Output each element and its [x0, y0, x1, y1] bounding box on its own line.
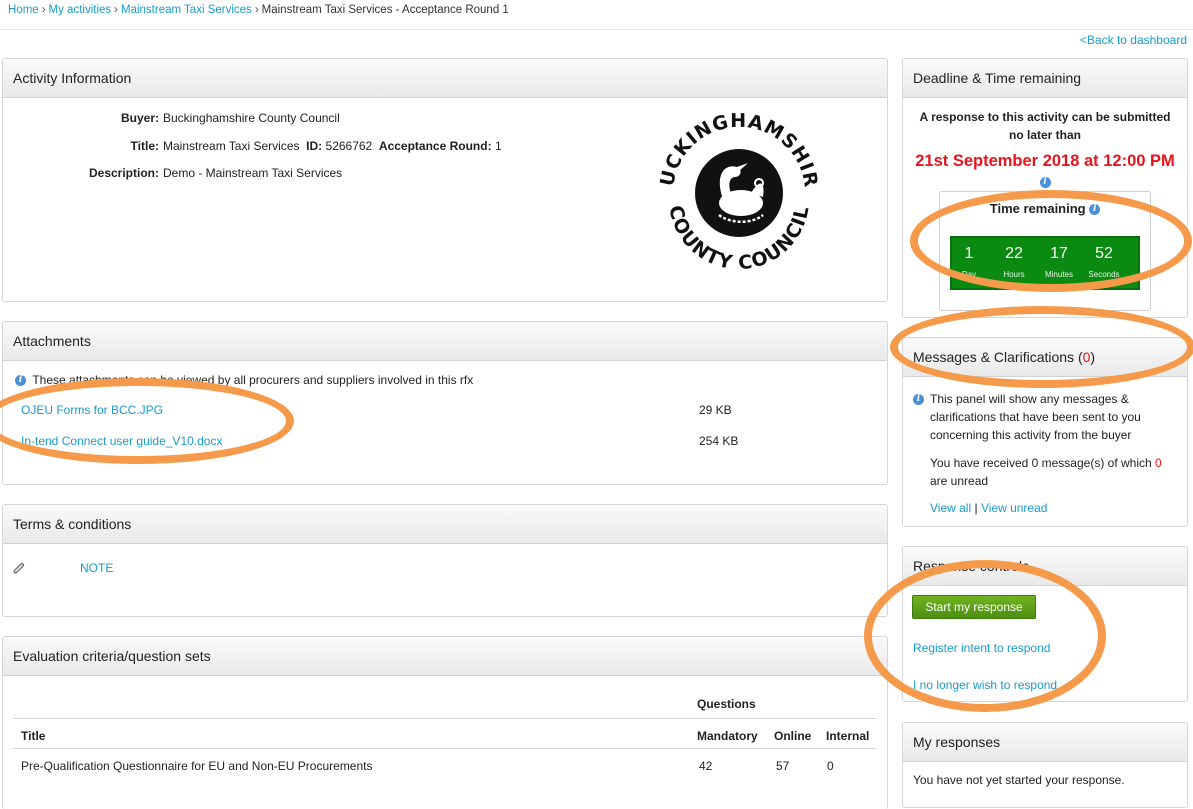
messages-unread-count: 0 [1155, 456, 1162, 470]
breadcrumb-current: Mainstream Taxi Services - Acceptance Ro… [261, 4, 509, 16]
round-label: Acceptance Round: [378, 139, 492, 153]
attachment-link-user-guide[interactable]: In-tend Connect user guide_V10.docx [21, 434, 222, 448]
time-remaining-title: Time remaining [989, 201, 1086, 216]
timer-days-value: 1 [964, 245, 974, 262]
deadline-line2: no later than [1008, 128, 1081, 142]
timer-days-unit: Day [961, 270, 977, 279]
no-longer-wish-link[interactable]: I no longer wish to respond [913, 678, 1057, 692]
description-value: Demo - Mainstream Taxi Services [163, 166, 343, 180]
timer-minutes-value: 17 [1050, 245, 1068, 262]
top-divider [0, 29, 1193, 30]
column-mandatory: Mandatory [697, 729, 758, 743]
register-intent-link[interactable]: Register intent to respond [913, 641, 1050, 655]
table-row-mandatory: 42 [699, 759, 713, 773]
breadcrumb-service-link[interactable]: Mainstream Taxi Services [121, 4, 252, 16]
time-remaining-box: Time remaining i 1 22 17 52 Day Hours Mi… [939, 191, 1151, 311]
view-unread-link[interactable]: View unread [981, 501, 1048, 515]
attachments-panel: Attachments i These attachments can be v… [2, 321, 888, 485]
messages-info-line: This panel will show any messages & [930, 392, 1129, 406]
paperclip-icon [13, 562, 25, 574]
my-responses-heading: My responses [903, 723, 1187, 762]
countdown-timer: 1 22 17 52 Day Hours Minutes Seconds [950, 236, 1140, 290]
response-controls-panel: Response controls Start my response Regi… [902, 546, 1188, 702]
deadline-panel: Deadline & Time remaining A response to … [902, 58, 1188, 318]
messages-are-unread: are unread [930, 474, 989, 488]
attachment-size: 254 KB [699, 434, 739, 448]
breadcrumb: Home › My activities › Mainstream Taxi Servi… [8, 4, 509, 16]
buyer-label: Buyer: [120, 111, 159, 125]
deadline-date: 21st September 2018 at 12:00 PM [915, 152, 1175, 170]
evaluation-heading: Evaluation criteria/question sets [3, 637, 887, 676]
description-label: Description: [88, 166, 159, 180]
info-icon: i [913, 394, 924, 405]
attachments-note: These attachments can be viewed by all p… [32, 373, 474, 387]
breadcrumb-home-link[interactable]: Home [8, 4, 39, 16]
buckinghamshire-county-council-logo: BUCKINGHAMSHIRE · COUNTY COUNCIL · [653, 107, 823, 277]
timer-seconds-unit: Seconds [1088, 270, 1120, 279]
timer-hours-unit: Hours [1003, 270, 1025, 279]
activity-information-panel: Activity Information Buyer: Buckinghamsh… [2, 58, 888, 302]
id-label: ID: [306, 139, 323, 153]
back-to-dashboard-link[interactable]: <Back to dashboard [1080, 33, 1187, 47]
messages-info-line: clarifications that have been sent to yo… [930, 410, 1141, 424]
timer-hours-value: 22 [1005, 245, 1023, 262]
terms-panel: Terms & conditions NOTE [2, 504, 888, 617]
terms-note-link[interactable]: NOTE [80, 561, 113, 575]
my-responses-text: You have not yet started your response. [913, 773, 1125, 787]
info-icon: i [15, 375, 26, 387]
timer-seconds-value: 52 [1095, 245, 1113, 262]
info-icon: i [1089, 204, 1101, 216]
id-value: 5266762 [325, 139, 373, 153]
attachments-heading: Attachments [3, 322, 887, 361]
deadline-line1: A response to this activity can be submi… [919, 110, 1171, 124]
attachment-link-ojeu-forms[interactable]: OJEU Forms for BCC.JPG [21, 403, 163, 417]
table-row-title: Pre-Qualification Questionnaire for EU a… [21, 759, 373, 773]
column-title: Title [21, 729, 46, 743]
table-row-internal: 0 [827, 759, 834, 773]
evaluation-panel: Evaluation criteria/question sets Questi… [2, 636, 888, 809]
round-value: 1 [494, 139, 502, 153]
buyer-value: Buckinghamshire County Council [163, 111, 340, 125]
view-all-link[interactable]: View all [930, 501, 971, 515]
questions-group-header: Questions [697, 697, 756, 711]
messages-info-line: concerning this activity from the buyer [930, 428, 1132, 442]
messages-panel: Messages & Clarifications (0) i This pan… [902, 337, 1188, 527]
timer-minutes-unit: Minutes [1044, 270, 1073, 279]
start-my-response-button[interactable]: Start my response [912, 595, 1036, 619]
attachment-size: 29 KB [699, 403, 732, 417]
table-row-online: 57 [776, 759, 790, 773]
terms-heading: Terms & conditions [3, 505, 887, 544]
deadline-heading: Deadline & Time remaining [903, 59, 1187, 98]
column-internal: Internal [826, 729, 870, 743]
column-online: Online [774, 729, 812, 743]
title-label: Title: [130, 139, 159, 153]
messages-received-text: You have received 0 message(s) of which [930, 456, 1152, 470]
breadcrumb-my-activities-link[interactable]: My activities [49, 4, 112, 16]
response-controls-heading: Response controls [903, 547, 1187, 586]
info-icon: i [1039, 177, 1051, 189]
messages-heading: Messages & Clarifications ( [913, 349, 1083, 365]
title-value: Mainstream Taxi Services [163, 139, 300, 153]
my-responses-panel: My responses You have not yet started yo… [902, 722, 1188, 808]
activity-information-heading: Activity Information [3, 59, 887, 98]
